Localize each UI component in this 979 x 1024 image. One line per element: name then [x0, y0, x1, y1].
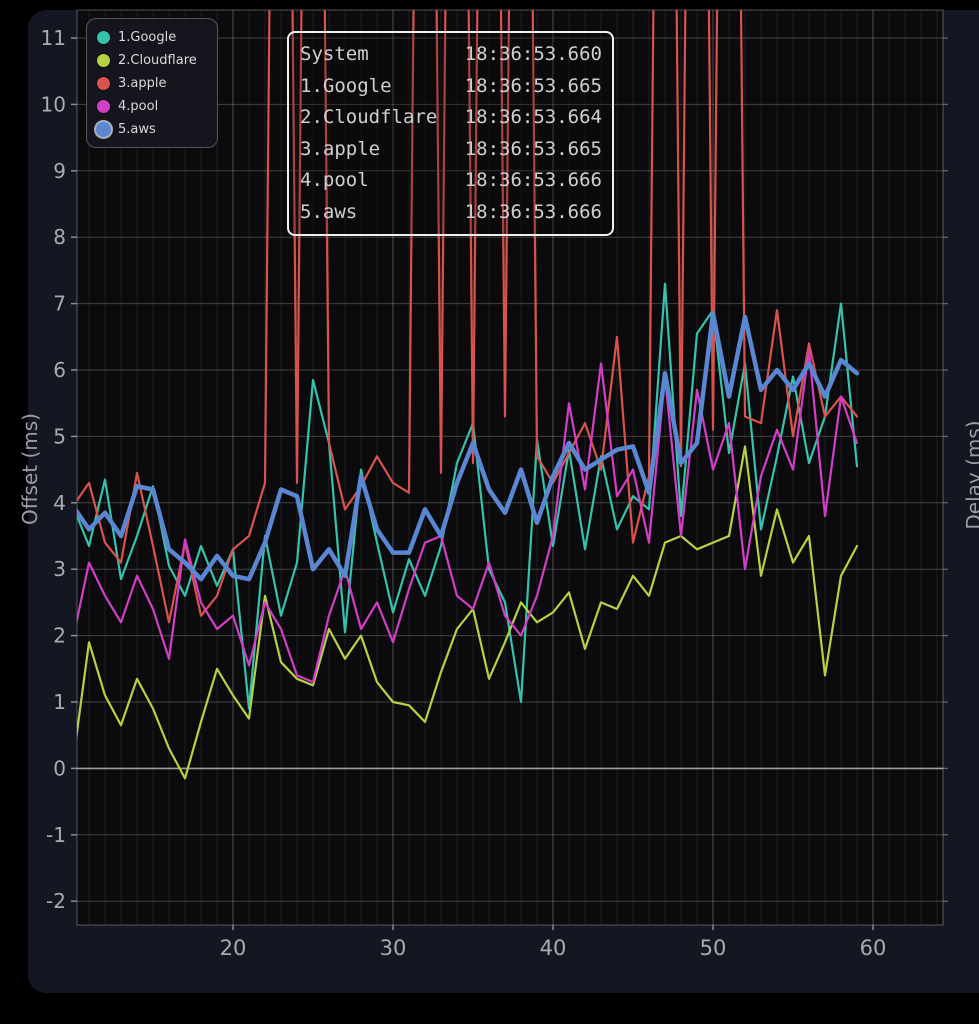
legend-item-label: 3.apple — [118, 76, 166, 91]
y-tick-label: -1 — [46, 823, 66, 847]
legend-item-label: 4.pool — [118, 99, 158, 114]
readout-timestamp: 18:36:53.665 — [465, 140, 602, 159]
readout-timestamp: 18:36:53.666 — [465, 203, 602, 222]
y-tick-label: 1 — [53, 690, 66, 714]
adjacent-chart-y-axis-label-partial: Delay (ms) — [962, 405, 979, 545]
legend-item-5-aws[interactable]: 5.aws — [97, 118, 217, 141]
chart-legend[interactable]: 1.Google 2.Cloudflare 3.apple 4.pool 5.aws — [86, 18, 218, 148]
y-axis-label: Offset (ms) — [18, 396, 42, 542]
x-tick-label: 50 — [700, 936, 727, 960]
legend-item-2-Cloudflare[interactable]: 2.Cloudflare — [97, 49, 217, 72]
readout-source-name: 4.pool — [300, 171, 369, 190]
y-tick-label: 7 — [53, 292, 66, 316]
readout-row: 1.Google 18:36:53.665 — [300, 77, 602, 96]
y-tick-label: 8 — [53, 225, 66, 249]
y-tick-label: 0 — [53, 756, 66, 780]
legend-item-label: 2.Cloudflare — [118, 53, 197, 68]
legend-item-3-apple[interactable]: 3.apple — [97, 72, 217, 95]
readout-source-name: 1.Google — [300, 77, 392, 96]
time-readout-box: System 18:36:53.660 1.Google 18:36:53.665 2.… — [287, 31, 614, 236]
y-tick-label: 3 — [53, 557, 66, 581]
legend-item-label: 1.Google — [118, 30, 176, 45]
y-tick-label: 6 — [53, 358, 66, 382]
legend-swatch-icon — [97, 54, 110, 67]
readout-row: 5.aws 18:36:53.666 — [300, 203, 602, 222]
readout-row: 3.apple 18:36:53.665 — [300, 140, 602, 159]
y-tick-label: 11 — [41, 26, 66, 50]
readout-source-name: 3.apple — [300, 140, 380, 159]
y-tick-label: 10 — [41, 92, 66, 116]
readout-row: 2.Cloudflare 18:36:53.664 — [300, 108, 602, 127]
y-tick-label: -2 — [46, 889, 66, 913]
legend-swatch-icon — [97, 31, 110, 44]
x-tick-label: 30 — [380, 936, 407, 960]
readout-source-name: 2.Cloudflare — [300, 108, 437, 127]
readout-row: System 18:36:53.660 — [300, 45, 602, 64]
y-tick-label: 5 — [53, 424, 66, 448]
legend-item-1-Google[interactable]: 1.Google — [97, 26, 217, 49]
app-window: -2 -1 0 1 2 3 4 5 6 7 8 9 10 11 20 30 40 50 60 Offset (ms)… — [0, 0, 979, 1024]
y-tick-label: 9 — [53, 159, 66, 183]
readout-timestamp: 18:36:53.666 — [465, 171, 602, 190]
readout-source-name: System — [300, 45, 369, 64]
readout-timestamp: 18:36:53.665 — [465, 77, 602, 96]
readout-row: 4.pool 18:36:53.666 — [300, 171, 602, 190]
x-tick-label: 60 — [860, 936, 887, 960]
x-tick-label: 20 — [220, 936, 247, 960]
legend-item-4-pool[interactable]: 4.pool — [97, 95, 217, 118]
legend-swatch-icon — [97, 77, 110, 90]
y-tick-label: 4 — [53, 491, 66, 515]
legend-swatch-icon — [96, 122, 111, 137]
readout-timestamp: 18:36:53.660 — [465, 45, 602, 64]
y-tick-label: 2 — [53, 624, 66, 648]
legend-item-label: 5.aws — [118, 122, 156, 137]
readout-source-name: 5.aws — [300, 203, 357, 222]
readout-timestamp: 18:36:53.664 — [465, 108, 602, 127]
legend-swatch-icon — [97, 100, 110, 113]
x-tick-label: 40 — [540, 936, 567, 960]
